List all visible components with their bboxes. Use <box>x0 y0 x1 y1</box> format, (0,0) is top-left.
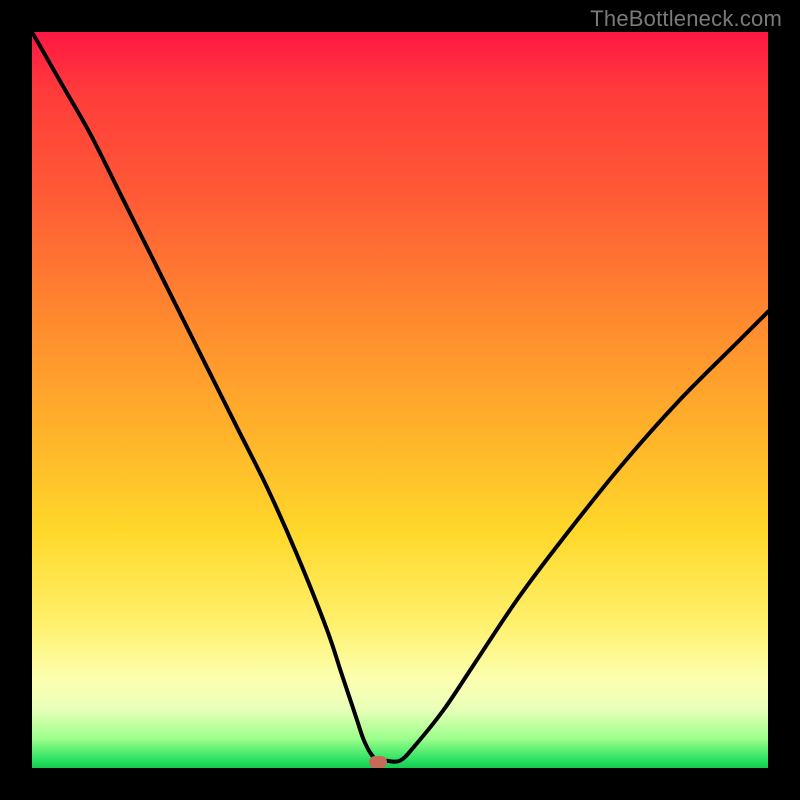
bottleneck-curve <box>32 32 768 768</box>
watermark-text: TheBottleneck.com <box>590 6 782 32</box>
minimum-marker <box>369 756 387 768</box>
chart-frame: TheBottleneck.com <box>0 0 800 800</box>
plot-area <box>32 32 768 768</box>
